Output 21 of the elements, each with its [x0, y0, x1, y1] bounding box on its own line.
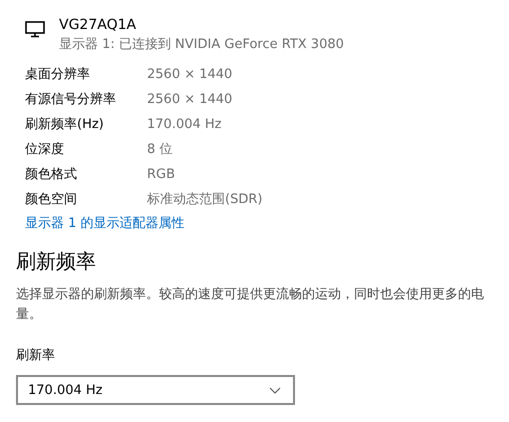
monitor-icon	[25, 21, 45, 38]
chevron-down-icon	[269, 386, 281, 394]
property-value: RGB	[147, 166, 176, 184]
display-name: VG27AQ1A	[59, 16, 138, 34]
property-value: 标准动态范围(SDR)	[147, 191, 264, 209]
property-label: 颜色格式	[25, 166, 78, 184]
property-value: 170.004 Hz	[147, 116, 222, 134]
property-label: 颜色空间	[25, 191, 78, 209]
adapter-properties-link[interactable]: 显示器 1 的显示适配器属性	[25, 215, 185, 233]
field-label: 刷新率	[16, 347, 56, 365]
section-heading: 刷新频率	[16, 248, 97, 275]
property-value: 2560 × 1440	[147, 91, 234, 109]
refresh-rate-dropdown[interactable]: 170.004 Hz	[16, 375, 295, 405]
property-label: 有源信号分辨率	[25, 91, 117, 109]
property-label: 位深度	[25, 141, 65, 159]
display-subtitle: 显示器 1: 已连接到 NVIDIA GeForce RTX 3080	[59, 36, 344, 54]
property-value: 2560 × 1440	[147, 66, 234, 84]
section-description: 选择显示器的刷新频率。较高的速度可提供更流畅的运动，同时也会使用更多的电量。	[16, 286, 485, 324]
property-label: 刷新频率(Hz)	[25, 116, 105, 134]
property-value: 8 位	[147, 141, 174, 159]
property-label: 桌面分辨率	[25, 66, 91, 84]
